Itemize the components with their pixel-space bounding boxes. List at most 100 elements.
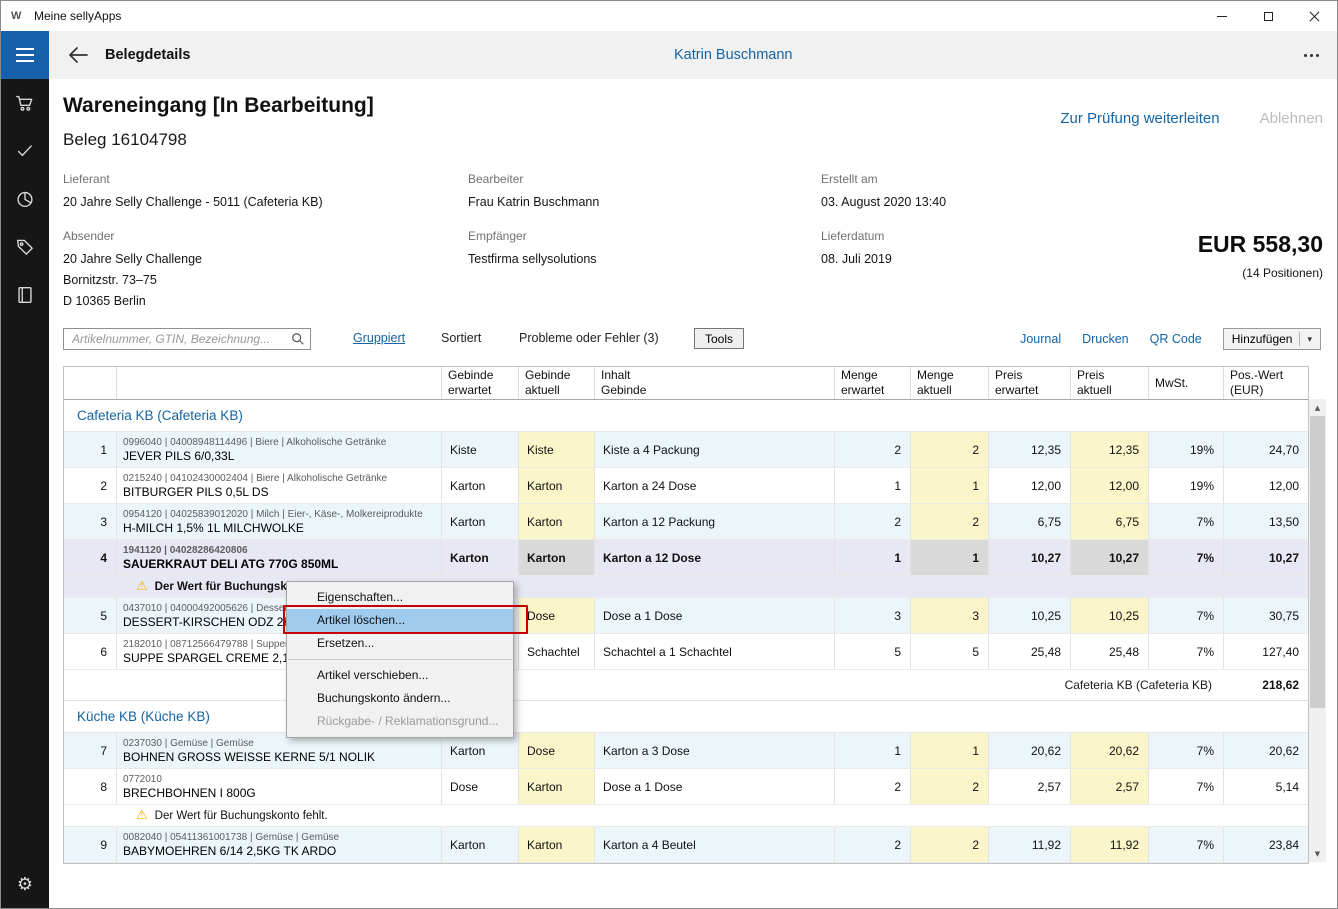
preis-aktuell-cell[interactable]: 2,57 — [1071, 769, 1149, 804]
vertical-scrollbar[interactable]: ▲ ▼ — [1309, 399, 1326, 862]
preis-aktuell-cell[interactable]: 12,35 — [1071, 432, 1149, 467]
menge-aktuell-cell[interactable]: 2 — [911, 504, 989, 539]
gebinde-aktuell-cell[interactable]: Dose — [519, 733, 595, 768]
column-header-gebinde-erwartet[interactable]: Gebindeerwartet — [442, 367, 519, 399]
scrollbar-thumb[interactable] — [1310, 416, 1325, 708]
column-header-inhalt-gebinde[interactable]: InhaltGebinde — [595, 367, 835, 399]
toolbar-right: Journal Drucken QR Code Hinzufügen ▾ — [1020, 328, 1321, 350]
preis-erwartet-cell: 12,00 — [989, 468, 1071, 503]
menge-erwartet-cell: 1 — [835, 733, 911, 768]
minimize-button[interactable] — [1199, 1, 1245, 31]
column-header-preis-erwartet[interactable]: Preiserwartet — [989, 367, 1071, 399]
menge-aktuell-cell[interactable]: 2 — [911, 827, 989, 862]
menge-aktuell-cell[interactable]: 1 — [911, 733, 989, 768]
drucken-link[interactable]: Drucken — [1082, 332, 1129, 346]
close-button[interactable] — [1291, 1, 1337, 31]
table-row[interactable]: 41941120 | 04028286420806SAUERKRAUT DELI… — [64, 540, 1308, 576]
back-button[interactable] — [61, 37, 95, 73]
menge-aktuell-cell[interactable]: 2 — [911, 432, 989, 467]
column-header-preis-aktuell[interactable]: Preisaktuell — [1071, 367, 1149, 399]
column-header-mwst[interactable]: MwSt. — [1149, 367, 1224, 399]
mwst-cell: 19% — [1149, 468, 1224, 503]
gebinde-aktuell-cell[interactable]: Karton — [519, 504, 595, 539]
hamburger-menu-button[interactable] — [1, 31, 49, 79]
row-number-cell: 7 — [64, 733, 117, 768]
ellipsis-icon — [1304, 54, 1319, 57]
gebinde-aktuell-cell[interactable]: Schachtel — [519, 634, 595, 669]
gebinde-aktuell-cell[interactable]: Kiste — [519, 432, 595, 467]
column-header-menge-aktuell[interactable]: Mengeaktuell — [911, 367, 989, 399]
user-name[interactable]: Katrin Buschmann — [674, 31, 792, 79]
table-row[interactable]: 62182010 | 08712566479788 | SuppenSUPPE … — [64, 634, 1308, 670]
more-button[interactable] — [1297, 45, 1325, 65]
warning-icon: ⚠ — [136, 580, 148, 593]
context-menu-item[interactable]: Artikel verschieben... — [287, 664, 513, 687]
table-row[interactable]: 50437010 | 04000492005626 | DessertsDESS… — [64, 598, 1308, 634]
preis-erwartet-cell: 2,57 — [989, 769, 1071, 804]
reject-link[interactable]: Ablehnen — [1260, 110, 1323, 127]
scroll-up-button[interactable]: ▲ — [1309, 399, 1326, 416]
group-header[interactable]: Küche KB (Küche KB) — [64, 701, 1308, 733]
preis-aktuell-cell[interactable]: 10,25 — [1071, 598, 1149, 633]
qr-code-link[interactable]: QR Code — [1150, 332, 1202, 346]
gruppiert-link[interactable]: Gruppiert — [353, 331, 405, 345]
sidebar-item-orders[interactable] — [1, 79, 49, 127]
sidebar-item-reports[interactable] — [1, 175, 49, 223]
menge-erwartet-cell: 2 — [835, 432, 911, 467]
column-header-menge-erwartet[interactable]: Mengeerwartet — [835, 367, 911, 399]
maximize-button[interactable] — [1245, 1, 1291, 31]
field-label: Lieferant — [63, 172, 323, 186]
column-header-article[interactable] — [117, 367, 442, 399]
inhalt-gebinde-cell: Kiste a 4 Packung — [595, 432, 835, 467]
forward-for-review-link[interactable]: Zur Prüfung weiterleiten — [1060, 110, 1219, 127]
preis-aktuell-cell[interactable]: 20,62 — [1071, 733, 1149, 768]
menge-aktuell-cell[interactable]: 1 — [911, 540, 989, 575]
table-row[interactable]: 90082040 | 05411361001738 | Gemüse | Gem… — [64, 827, 1308, 863]
gear-icon: ⚙ — [17, 874, 33, 895]
menge-aktuell-cell[interactable]: 2 — [911, 769, 989, 804]
hinzufuegen-button[interactable]: Hinzufügen ▾ — [1223, 328, 1321, 350]
group-header[interactable]: Cafeteria KB (Cafeteria KB) — [64, 400, 1308, 432]
search-box — [63, 328, 311, 350]
table-row[interactable]: 80772010BRECHBOHNEN I 800GDoseKartonDose… — [64, 769, 1308, 805]
context-menu-item[interactable]: Buchungskonto ändern... — [287, 687, 513, 710]
scroll-down-button[interactable]: ▼ — [1309, 845, 1326, 862]
gebinde-aktuell-cell[interactable]: Karton — [519, 769, 595, 804]
gebinde-aktuell-cell[interactable]: Karton — [519, 468, 595, 503]
table-row[interactable]: 10996040 | 04008948114496 | Biere | Alko… — [64, 432, 1308, 468]
menge-erwartet-cell: 5 — [835, 634, 911, 669]
sidebar-item-tasks[interactable] — [1, 127, 49, 175]
sidebar-item-prices[interactable] — [1, 223, 49, 271]
book-icon — [14, 284, 36, 306]
pos-wert-cell: 10,27 — [1224, 540, 1308, 575]
column-header-pos-wert[interactable]: Pos.-Wert(EUR) — [1224, 367, 1308, 399]
menge-aktuell-cell[interactable]: 3 — [911, 598, 989, 633]
checkmark-icon — [14, 140, 36, 162]
sidebar-item-catalog[interactable] — [1, 271, 49, 319]
gebinde-aktuell-cell[interactable]: Karton — [519, 827, 595, 862]
preis-aktuell-cell[interactable]: 10,27 — [1071, 540, 1149, 575]
context-menu-item[interactable]: Artikel löschen... — [287, 609, 513, 632]
search-input[interactable] — [63, 328, 311, 350]
preis-aktuell-cell[interactable]: 11,92 — [1071, 827, 1149, 862]
preis-aktuell-cell[interactable]: 6,75 — [1071, 504, 1149, 539]
journal-link[interactable]: Journal — [1020, 332, 1061, 346]
table-row[interactable]: 70237030 | Gemüse | GemüseBOHNEN GROSS W… — [64, 733, 1308, 769]
table-row[interactable]: 20215240 | 04102430002404 | Biere | Alko… — [64, 468, 1308, 504]
sortiert-link[interactable]: Sortiert — [441, 331, 481, 345]
field-lieferdatum: Lieferdatum 08. Juli 2019 — [821, 229, 892, 270]
table-row[interactable]: 30954120 | 04025839012020 | Milch | Eier… — [64, 504, 1308, 540]
gebinde-aktuell-cell[interactable]: Karton — [519, 540, 595, 575]
column-header-select[interactable] — [64, 367, 117, 399]
preis-aktuell-cell[interactable]: 25,48 — [1071, 634, 1149, 669]
gebinde-aktuell-cell[interactable]: Dose — [519, 598, 595, 633]
sidebar-item-settings[interactable]: ⚙ — [1, 860, 49, 908]
preis-aktuell-cell[interactable]: 12,00 — [1071, 468, 1149, 503]
context-menu-item[interactable]: Ersetzen... — [287, 632, 513, 655]
column-header-gebinde-aktuell[interactable]: Gebindeaktuell — [519, 367, 595, 399]
context-menu-item[interactable]: Eigenschaften... — [287, 586, 513, 609]
menge-aktuell-cell[interactable]: 1 — [911, 468, 989, 503]
tools-button[interactable]: Tools — [694, 328, 744, 349]
menge-aktuell-cell[interactable]: 5 — [911, 634, 989, 669]
probleme-oder-fehler-link[interactable]: Probleme oder Fehler (3) — [519, 331, 659, 345]
